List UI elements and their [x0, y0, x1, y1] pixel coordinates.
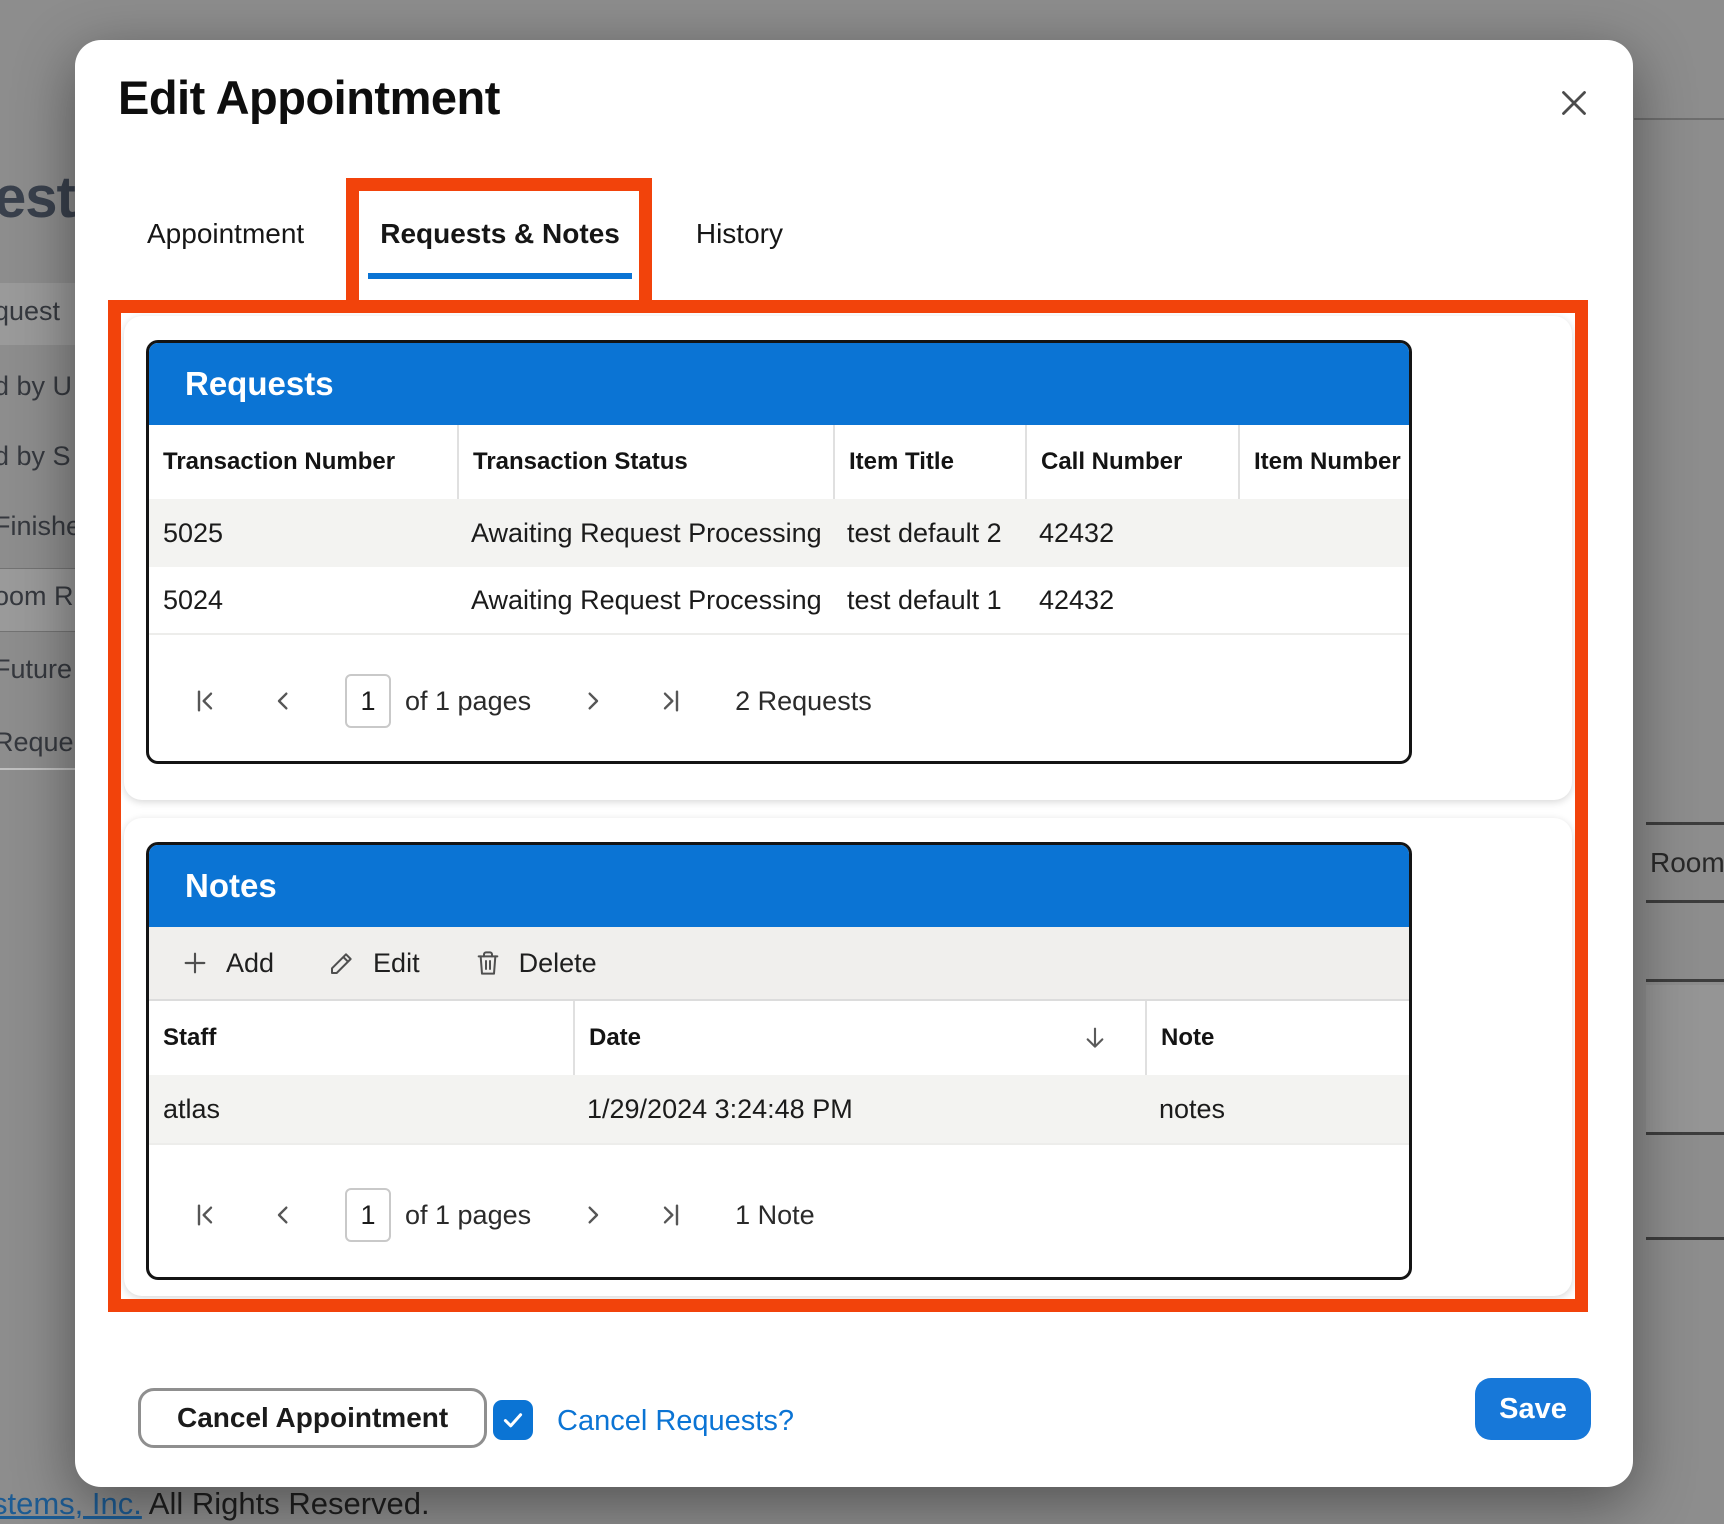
cell-transaction-status: Awaiting Request Processing: [457, 567, 833, 633]
cell-date: 1/29/2024 3:24:48 PM: [573, 1075, 1145, 1143]
screen: est quest d by U d by S Finishe oom R Fu…: [0, 0, 1724, 1524]
background-table-row: [1646, 985, 1724, 1135]
tab-history[interactable]: History: [696, 212, 783, 279]
edit-note-button[interactable]: Edit: [326, 947, 420, 979]
background-table-header-room: Room: [1646, 822, 1724, 903]
cancel-requests-checkbox[interactable]: [493, 1400, 533, 1440]
column-header-staff[interactable]: Staff: [149, 1001, 573, 1075]
requests-panel-title: Requests: [149, 343, 1409, 425]
dialog-tabs: Appointment Requests & Notes History: [147, 212, 783, 279]
column-header-item-number[interactable]: Item Number: [1238, 425, 1409, 499]
notes-toolbar: Add Edit Delete: [149, 927, 1409, 1001]
add-label: Add: [226, 948, 274, 979]
dialog-title: Edit Appointment: [118, 70, 500, 125]
cancel-appointment-button[interactable]: Cancel Appointment: [138, 1388, 487, 1448]
background-row-label: quest: [0, 296, 60, 327]
table-row[interactable]: atlas 1/29/2024 3:24:48 PM notes: [149, 1075, 1409, 1145]
notes-pagination: of 1 pages 1 Note: [149, 1145, 1409, 1280]
tab-requests-and-notes[interactable]: Requests & Notes: [368, 212, 632, 279]
add-note-button[interactable]: Add: [179, 947, 274, 979]
tab-appointment[interactable]: Appointment: [147, 212, 304, 279]
notes-count-label: 1 Note: [735, 1200, 815, 1231]
cell-transaction-number: 5025: [149, 499, 457, 567]
table-row[interactable]: 5024 Awaiting Request Processing test de…: [149, 567, 1409, 635]
notes-panel-title: Notes: [149, 845, 1409, 927]
cancel-requests-label[interactable]: Cancel Requests?: [557, 1405, 794, 1438]
notes-card: Notes Add Edit Delete: [124, 818, 1572, 1296]
background-row-label: Reque: [0, 727, 74, 758]
requests-card: Requests Transaction Number Transaction …: [124, 316, 1572, 800]
background-table-row: [1646, 906, 1724, 982]
edit-label: Edit: [373, 948, 420, 979]
previous-page-icon[interactable]: [267, 1199, 299, 1231]
column-header-transaction-number[interactable]: Transaction Number: [149, 425, 457, 499]
delete-label: Delete: [519, 948, 597, 979]
column-header-call-number[interactable]: Call Number: [1025, 425, 1238, 499]
cell-transaction-number: 5024: [149, 567, 457, 633]
pages-label: of 1 pages: [405, 1200, 531, 1231]
background-row-label: oom R: [0, 581, 74, 612]
checkbox-check-icon: [499, 1406, 527, 1434]
background-table-row: [1646, 1138, 1724, 1240]
next-page-icon[interactable]: [577, 1199, 609, 1231]
add-icon: [179, 947, 211, 979]
next-page-icon[interactable]: [577, 685, 609, 717]
column-header-transaction-status[interactable]: Transaction Status: [457, 425, 833, 499]
column-header-date[interactable]: Date: [573, 1001, 1145, 1075]
edit-icon: [326, 947, 358, 979]
save-button[interactable]: Save: [1475, 1378, 1591, 1440]
last-page-icon[interactable]: [655, 685, 687, 717]
sort-descending-icon: [1079, 1022, 1111, 1054]
date-header-label: Date: [589, 1024, 641, 1052]
column-header-item-title[interactable]: Item Title: [833, 425, 1025, 499]
delete-icon: [472, 947, 504, 979]
cell-call-number: 42432: [1025, 567, 1238, 633]
footer-company-link: stems, Inc.: [0, 1486, 142, 1521]
cell-transaction-status: Awaiting Request Processing: [457, 499, 833, 567]
cell-call-number: 42432: [1025, 499, 1238, 567]
background-row-label: d by S: [0, 441, 71, 472]
background-row-label: Finishe: [0, 511, 81, 542]
column-header-note[interactable]: Note: [1145, 1001, 1409, 1075]
cell-item-number: [1238, 499, 1409, 567]
close-icon[interactable]: [1553, 82, 1595, 124]
delete-note-button[interactable]: Delete: [472, 947, 597, 979]
first-page-icon[interactable]: [189, 685, 221, 717]
cell-item-number: [1238, 567, 1409, 633]
cell-staff: atlas: [149, 1075, 573, 1143]
footer-rights-text: All Rights Reserved.: [149, 1486, 430, 1521]
edit-appointment-dialog: Edit Appointment Appointment Requests & …: [75, 40, 1633, 1487]
last-page-icon[interactable]: [655, 1199, 687, 1231]
notes-panel: Notes Add Edit Delete: [146, 842, 1412, 1280]
first-page-icon[interactable]: [189, 1199, 221, 1231]
cell-item-title: test default 1: [833, 567, 1025, 633]
background-page-title: est: [0, 164, 75, 231]
table-row[interactable]: 5025 Awaiting Request Processing test de…: [149, 499, 1409, 567]
background-row-label: Future: [0, 654, 72, 685]
cell-item-title: test default 2: [833, 499, 1025, 567]
requests-panel: Requests Transaction Number Transaction …: [146, 340, 1412, 764]
requests-table-header: Transaction Number Transaction Status It…: [149, 425, 1409, 499]
pages-label: of 1 pages: [405, 686, 531, 717]
previous-page-icon[interactable]: [267, 685, 299, 717]
cell-note: notes: [1145, 1075, 1409, 1143]
page-number-input[interactable]: [345, 1188, 391, 1242]
background-room-label: Room: [1646, 847, 1724, 879]
notes-table-header: Staff Date Note: [149, 1001, 1409, 1075]
page-number-input[interactable]: [345, 674, 391, 728]
requests-pagination: of 1 pages 2 Requests: [149, 635, 1409, 764]
requests-count-label: 2 Requests: [735, 686, 872, 717]
background-row-label: d by U: [0, 371, 72, 402]
footer-copyright: stems, Inc. All Rights Reserved.: [0, 1486, 430, 1522]
background-divider: [1634, 118, 1724, 120]
